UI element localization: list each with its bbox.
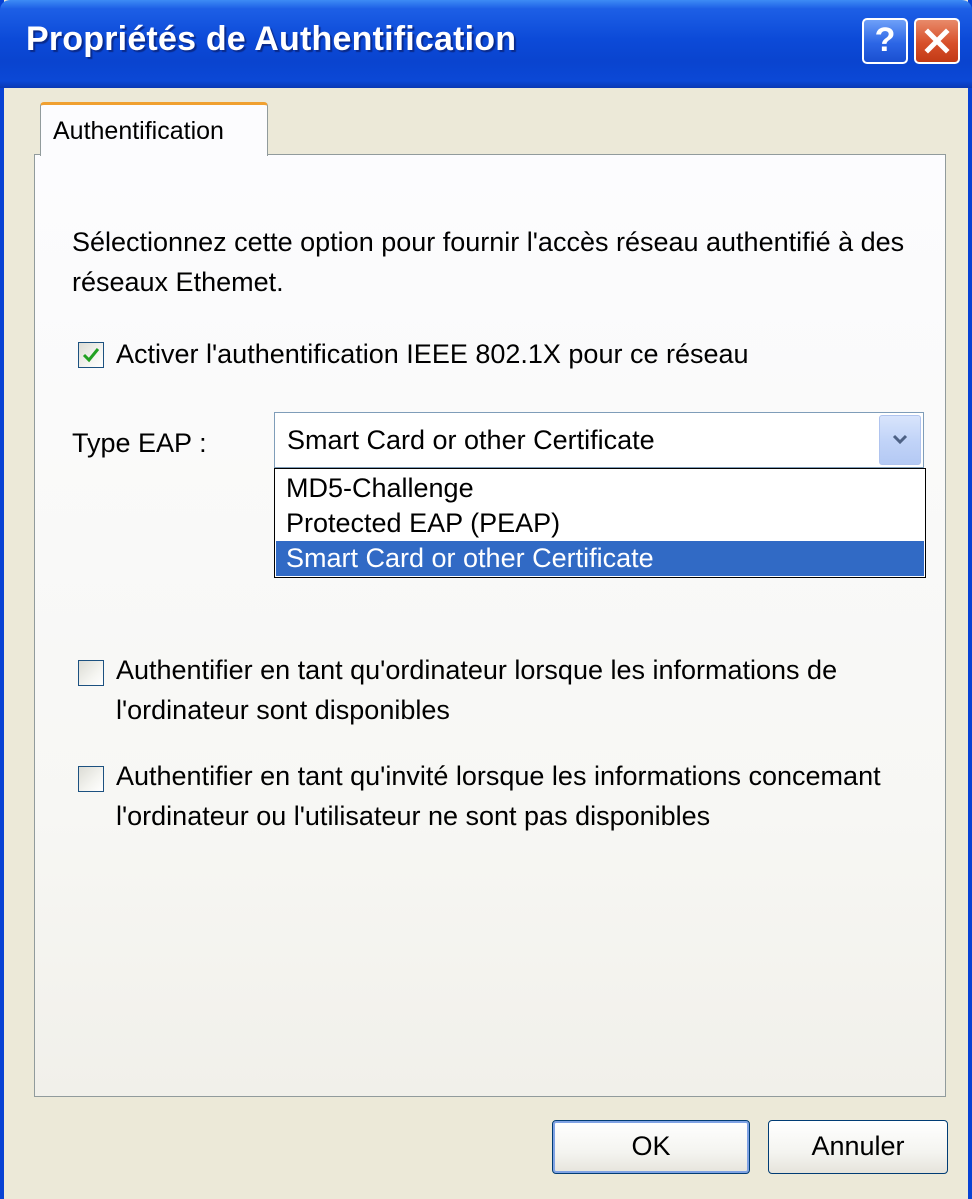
- dropdown-option-md5[interactable]: MD5-Challenge: [276, 471, 924, 506]
- dialog-window: Propriétés de Authentification ? Authent…: [0, 0, 972, 1199]
- tab-authentification[interactable]: Authentification: [40, 102, 268, 156]
- close-icon: [924, 28, 950, 54]
- window-title: Propriétés de Authentification: [26, 20, 517, 58]
- enable-8021x-checkbox[interactable]: [78, 342, 104, 368]
- auth-computer-checkbox[interactable]: [78, 660, 104, 686]
- eap-type-dropdown-button[interactable]: [879, 415, 921, 465]
- help-icon: ?: [874, 21, 896, 59]
- eap-type-select[interactable]: Smart Card or other Certificate: [274, 412, 924, 468]
- eap-type-value: Smart Card or other Certificate: [287, 425, 655, 455]
- help-button[interactable]: ?: [862, 18, 908, 64]
- auth-guest-label[interactable]: Authentifier en tant qu'invité lorsque l…: [116, 756, 926, 836]
- cancel-button[interactable]: Annuler: [768, 1120, 948, 1174]
- close-button[interactable]: [914, 18, 960, 64]
- dropdown-option-smart-card[interactable]: Smart Card or other Certificate: [276, 541, 924, 576]
- auth-computer-label[interactable]: Authentifier en tant qu'ordinateur lorsq…: [116, 650, 916, 730]
- chevron-down-icon: [892, 434, 908, 445]
- description-text: Sélectionnez cette option pour fournir l…: [72, 227, 905, 297]
- checkmark-icon: [82, 348, 100, 363]
- tab-label: Authentification: [53, 117, 224, 145]
- title-bar[interactable]: Propriétés de Authentification ?: [0, 0, 972, 88]
- enable-8021x-label[interactable]: Activer l'authentification IEEE 802.1X p…: [116, 334, 749, 374]
- dropdown-option-peap[interactable]: Protected EAP (PEAP): [276, 506, 924, 541]
- eap-type-dropdown-list: MD5-Challenge Protected EAP (PEAP) Smart…: [274, 468, 926, 578]
- eap-type-label: Type EAP :: [72, 428, 207, 458]
- auth-guest-checkbox[interactable]: [78, 766, 104, 792]
- ok-button[interactable]: OK: [552, 1120, 750, 1174]
